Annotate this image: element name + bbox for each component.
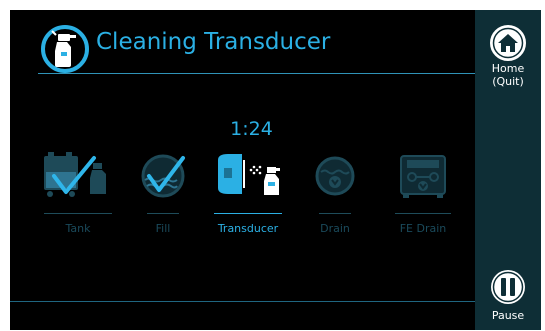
step-transducer: Transducer [210,150,286,240]
step-label: Fill [155,222,171,235]
tank-icon [44,152,106,197]
title-divider [38,73,475,74]
quit-label: (Quit) [492,75,524,88]
step-drain: Drain [297,150,373,240]
page-title: Cleaning Transducer [96,29,331,55]
fe-drain-icon [400,155,446,198]
sidebar: Home (Quit) Pause [475,10,541,330]
home-label: Home [491,62,525,75]
step-label: FE Drain [399,222,447,235]
step-fill: Fill [125,150,201,240]
step-underline [44,213,112,214]
home-quit-button[interactable]: Home (Quit) [475,24,541,88]
drain-icon [315,156,355,196]
step-label: Transducer [217,222,279,235]
step-label: Tank [65,222,91,235]
home-icon [490,25,526,61]
step-underline [147,213,179,214]
cleaning-screen: Cleaning Transducer 1:24 Tank Fill Trans… [10,10,541,330]
transducer-icon [218,154,280,195]
pause-icon [491,270,525,304]
pause-button[interactable]: Pause [475,268,541,322]
step-label: Drain [320,222,350,235]
pause-label: Pause [491,309,525,322]
step-underline [395,213,451,214]
spray-bottle-icon [41,25,89,73]
main-panel: Cleaning Transducer 1:24 Tank Fill Trans… [10,10,475,330]
step-tank: Tank [40,150,116,240]
fill-icon [141,154,185,198]
step-fe-drain: FE Drain [385,150,461,240]
countdown-timer: 1:24 [230,118,273,140]
step-underline [319,213,351,214]
step-underline [214,213,282,214]
bottom-divider [10,301,475,302]
